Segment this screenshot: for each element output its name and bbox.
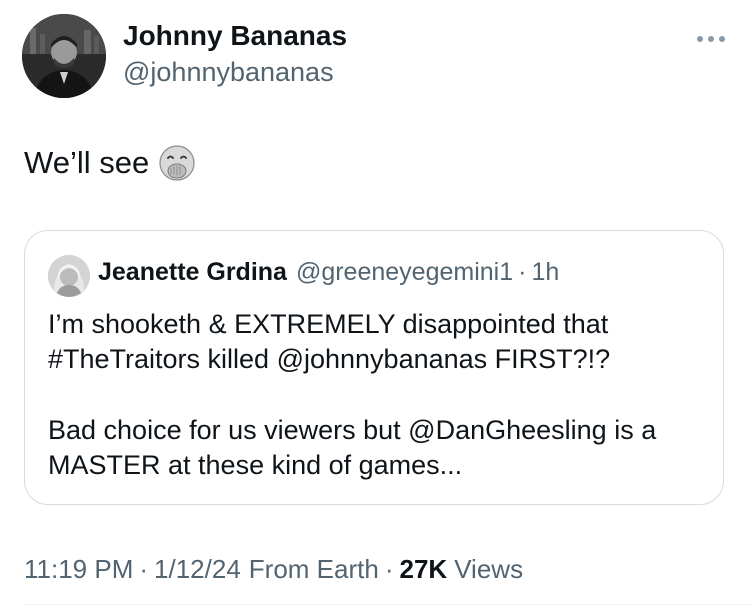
quoted-text-line: MASTER at these kind of games... bbox=[48, 450, 463, 480]
quoted-author-avatar-image bbox=[48, 255, 90, 297]
tweet-date[interactable]: 1/12/24 bbox=[154, 554, 241, 585]
quoted-tweet-text: I’m shooketh & EXTREMELY disappointed th… bbox=[48, 307, 708, 483]
quoted-tweet-card[interactable]: Jeanette Grdina @greeneyegemini1 · 1h I’… bbox=[24, 230, 724, 505]
more-dot bbox=[708, 36, 714, 42]
quoted-text-line: I’m shooketh & EXTREMELY disappointed th… bbox=[48, 309, 609, 339]
tweet-location: From Earth bbox=[248, 554, 379, 584]
meta-separator: · bbox=[139, 554, 149, 584]
author-handle[interactable]: @johnnybananas bbox=[123, 57, 334, 88]
quoted-tweet-header: Jeanette Grdina @greeneyegemini1 · 1h bbox=[98, 258, 559, 287]
more-dot bbox=[719, 36, 725, 42]
tweet: Johnny Bananas @johnnybananas We’ll see bbox=[0, 0, 750, 610]
quoted-separator: · bbox=[518, 258, 527, 286]
quoted-text-gap bbox=[48, 377, 708, 413]
tweet-time[interactable]: 11:19 PM bbox=[24, 554, 133, 585]
meta-separator: · bbox=[384, 554, 394, 584]
quoted-author-avatar[interactable] bbox=[48, 255, 90, 297]
divider bbox=[24, 604, 750, 605]
quoted-text-line: #TheTraitors killed @johnnybananas FIRST… bbox=[48, 344, 611, 374]
tweet-text: We’ll see bbox=[24, 144, 196, 182]
quoted-timestamp[interactable]: 1h bbox=[531, 258, 559, 287]
more-horizontal-icon[interactable] bbox=[694, 32, 728, 46]
more-dot bbox=[697, 36, 703, 42]
author-name[interactable]: Johnny Bananas bbox=[123, 20, 347, 52]
views-label[interactable]: Views bbox=[454, 554, 523, 585]
tweet-metadata: 11:19 PM · 1/12/24 From Earth · 27K View… bbox=[24, 554, 523, 585]
face-with-hand-over-mouth-icon bbox=[158, 144, 196, 182]
quoted-author-name[interactable]: Jeanette Grdina bbox=[98, 258, 287, 287]
quoted-text-line: Bad choice for us viewers but @DanGheesl… bbox=[48, 415, 657, 445]
quoted-author-handle[interactable]: @greeneyegemini1 bbox=[296, 258, 513, 287]
tweet-text-content: We’ll see bbox=[24, 145, 150, 180]
author-avatar-image bbox=[22, 14, 106, 98]
views-count[interactable]: 27K bbox=[399, 554, 447, 585]
author-avatar[interactable] bbox=[22, 14, 106, 98]
